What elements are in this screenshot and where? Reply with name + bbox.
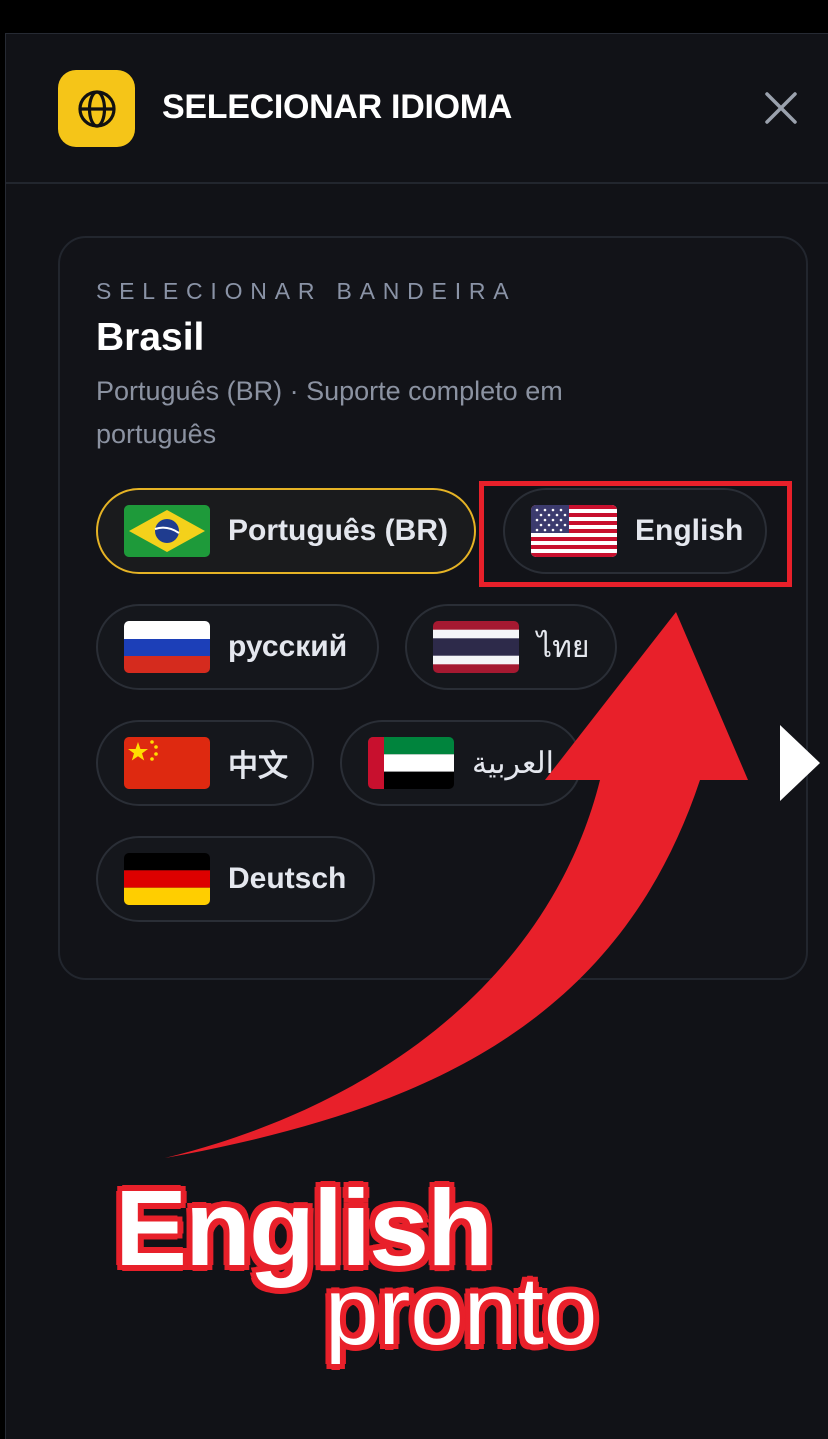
annotation-text-line2: pronto xyxy=(325,1258,598,1365)
next-arrow-icon[interactable] xyxy=(780,725,820,801)
